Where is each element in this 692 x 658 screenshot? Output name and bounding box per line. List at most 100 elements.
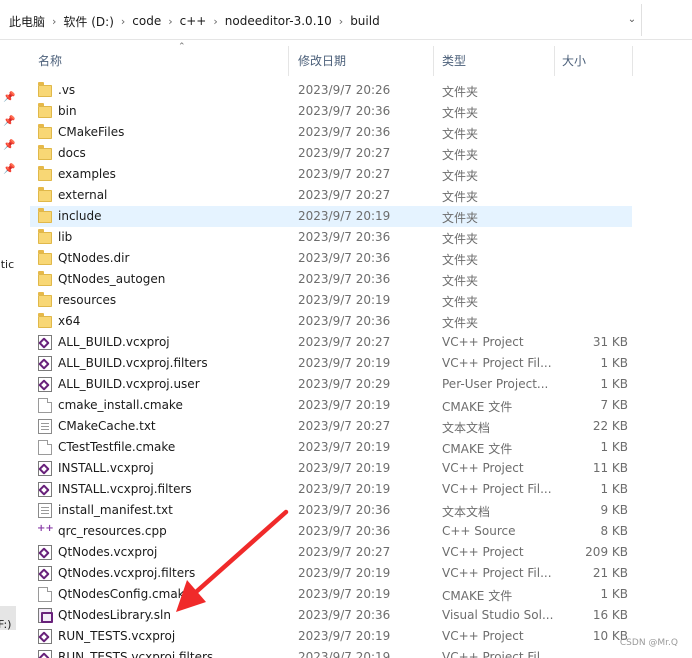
file-type: C++ Source xyxy=(442,524,516,538)
file-type: VC++ Project Fil... xyxy=(442,566,552,580)
file-row[interactable]: external 2023/9/7 20:27 文件夹 xyxy=(30,185,632,206)
file-name: CTestTestfile.cmake xyxy=(58,440,176,454)
file-name: ALL_BUILD.vcxproj.filters xyxy=(58,356,208,370)
file-row[interactable]: QtNodes_autogen 2023/9/7 20:36 文件夹 xyxy=(30,269,632,290)
file-row[interactable]: QtNodesLibrary.sln 2023/9/7 20:36 Visual S… xyxy=(30,605,632,626)
file-row[interactable]: QtNodes.vcxproj.filters 2023/9/7 20:19 VC+… xyxy=(30,563,632,584)
text-file-icon xyxy=(38,419,52,434)
file-row[interactable]: INSTALL.vcxproj 2023/9/7 20:19 VC++ Projec… xyxy=(30,458,632,479)
breadcrumb-build[interactable]: build xyxy=(345,14,385,28)
file-type: 文件夹 xyxy=(442,211,479,225)
file-date-modified: 2023/9/7 20:27 xyxy=(298,188,391,202)
file-name: QtNodesLibrary.sln xyxy=(58,608,171,622)
file-row[interactable]: resources 2023/9/7 20:19 文件夹 xyxy=(30,290,632,311)
breadcrumb-nodeeditor[interactable]: nodeeditor-3.0.10 xyxy=(220,14,337,28)
breadcrumb-cpp[interactable]: c++ xyxy=(175,14,212,28)
sln-icon xyxy=(38,608,53,623)
breadcrumb-this-pc[interactable]: 此电脑 xyxy=(4,13,50,30)
file-size: 1 KB xyxy=(600,587,628,601)
navigation-pane[interactable]: 📌 📌 📌 📌 atic F:) xyxy=(0,40,22,658)
folder-icon xyxy=(38,103,52,118)
breadcrumb-drive-d[interactable]: 软件 (D:) xyxy=(58,13,118,30)
file-name: include xyxy=(58,209,102,223)
file-row[interactable]: QtNodes.dir 2023/9/7 20:36 文件夹 xyxy=(30,248,632,269)
file-type: CMAKE 文件 xyxy=(442,589,513,603)
column-divider[interactable] xyxy=(288,46,289,76)
file-row[interactable]: .vs 2023/9/7 20:26 文件夹 xyxy=(30,80,632,101)
file-type: VC++ Project xyxy=(442,545,524,559)
folder-icon xyxy=(38,250,52,265)
column-type[interactable]: 类型 xyxy=(442,52,466,69)
file-type: Per-User Project... xyxy=(442,377,549,391)
address-bar[interactable]: 此电脑 › 软件 (D:) › code › c++ › nodeeditor-… xyxy=(0,0,692,40)
folder-icon xyxy=(38,313,52,328)
file-date-modified: 2023/9/7 20:19 xyxy=(298,293,391,307)
file-size: 1 KB xyxy=(600,377,628,391)
file-date-modified: 2023/9/7 20:27 xyxy=(298,146,391,160)
breadcrumb-separator[interactable]: › xyxy=(166,15,174,28)
file-name: bin xyxy=(58,104,77,118)
file-name: QtNodes.vcxproj.filters xyxy=(58,566,196,580)
breadcrumb-separator[interactable]: › xyxy=(50,15,58,28)
file-date-modified: 2023/9/7 20:19 xyxy=(298,482,391,496)
file-row[interactable]: RUN_TESTS.vcxproj.filters 2023/9/7 20:19 V… xyxy=(30,647,632,658)
file-date-modified: 2023/9/7 20:36 xyxy=(298,230,391,244)
file-row[interactable]: CMakeCache.txt 2023/9/7 20:27 文本文档 22 KB xyxy=(30,416,632,437)
folder-icon xyxy=(38,166,52,181)
vcxproj-icon xyxy=(38,377,52,392)
file-date-modified: 2023/9/7 20:36 xyxy=(298,125,391,139)
file-date-modified: 2023/9/7 20:36 xyxy=(298,503,391,517)
file-name: QtNodes_autogen xyxy=(58,272,166,286)
column-name[interactable]: 名称 xyxy=(38,52,62,69)
file-row[interactable]: INSTALL.vcxproj.filters 2023/9/7 20:19 VC+… xyxy=(30,479,632,500)
column-date-modified[interactable]: 修改日期 xyxy=(298,52,346,69)
file-date-modified: 2023/9/7 20:19 xyxy=(298,440,391,454)
file-name: QtNodes.dir xyxy=(58,251,130,265)
nav-item-partial[interactable]: F:) xyxy=(0,618,11,631)
file-type: 文件夹 xyxy=(442,295,479,309)
file-row[interactable]: ALL_BUILD.vcxproj 2023/9/7 20:27 VC++ Proj… xyxy=(30,332,632,353)
file-date-modified: 2023/9/7 20:27 xyxy=(298,545,391,559)
column-divider[interactable] xyxy=(632,46,633,76)
file-date-modified: 2023/9/7 20:27 xyxy=(298,335,391,349)
file-row[interactable]: CTestTestfile.cmake 2023/9/7 20:19 CMAKE 文… xyxy=(30,437,632,458)
chevron-down-icon[interactable]: ⌄ xyxy=(625,13,639,27)
column-divider[interactable] xyxy=(433,46,434,76)
file-date-modified: 2023/9/7 20:19 xyxy=(298,461,391,475)
file-row[interactable]: include 2023/9/7 20:19 文件夹 xyxy=(30,206,632,227)
file-row[interactable]: examples 2023/9/7 20:27 文件夹 xyxy=(30,164,632,185)
file-type: 文件夹 xyxy=(442,127,479,141)
vcxproj-icon xyxy=(38,545,52,560)
file-row[interactable]: bin 2023/9/7 20:36 文件夹 xyxy=(30,101,632,122)
file-row[interactable]: cmake_install.cmake 2023/9/7 20:19 CMAKE 文… xyxy=(30,395,632,416)
column-size[interactable]: 大小 xyxy=(562,52,586,69)
file-row[interactable]: ALL_BUILD.vcxproj.user 2023/9/7 20:29 Per-… xyxy=(30,374,632,395)
vcxproj-icon xyxy=(38,650,52,658)
breadcrumb-code[interactable]: code xyxy=(127,14,166,28)
file-row[interactable]: lib 2023/9/7 20:36 文件夹 xyxy=(30,227,632,248)
file-row[interactable]: QtNodesConfig.cmake 2023/9/7 20:19 CMAKE 文… xyxy=(30,584,632,605)
file-row[interactable]: ALL_BUILD.vcxproj.filters 2023/9/7 20:19 V… xyxy=(30,353,632,374)
file-row[interactable]: docs 2023/9/7 20:27 文件夹 xyxy=(30,143,632,164)
file-row[interactable]: install_manifest.txt 2023/9/7 20:36 文本文档 9 … xyxy=(30,500,632,521)
file-type: 文件夹 xyxy=(442,253,479,267)
breadcrumb-separator[interactable]: › xyxy=(119,15,127,28)
file-row[interactable]: CMakeFiles 2023/9/7 20:36 文件夹 xyxy=(30,122,632,143)
column-divider[interactable] xyxy=(554,46,555,76)
breadcrumb-separator[interactable]: › xyxy=(211,15,219,28)
file-row[interactable]: qrc_resources.cpp 2023/9/7 20:36 C++ Sourc… xyxy=(30,521,632,542)
breadcrumb-separator[interactable]: › xyxy=(337,15,345,28)
text-file-icon xyxy=(38,503,52,518)
file-size: 209 KB xyxy=(585,545,628,559)
file-size: 31 KB xyxy=(592,335,628,349)
file-name: QtNodes.vcxproj xyxy=(58,545,158,559)
nav-item-partial[interactable]: atic xyxy=(0,258,14,271)
file-date-modified: 2023/9/7 20:36 xyxy=(298,251,391,265)
file-row[interactable]: RUN_TESTS.vcxproj 2023/9/7 20:19 VC++ Proj… xyxy=(30,626,632,647)
file-row[interactable]: QtNodes.vcxproj 2023/9/7 20:27 VC++ Projec… xyxy=(30,542,632,563)
file-type: VC++ Project Fil... xyxy=(442,482,552,496)
file-type: 文件夹 xyxy=(442,274,479,288)
pin-icon: 📌 xyxy=(3,140,16,151)
file-row[interactable]: x64 2023/9/7 20:36 文件夹 xyxy=(30,311,632,332)
file-type: 文件夹 xyxy=(442,85,479,99)
